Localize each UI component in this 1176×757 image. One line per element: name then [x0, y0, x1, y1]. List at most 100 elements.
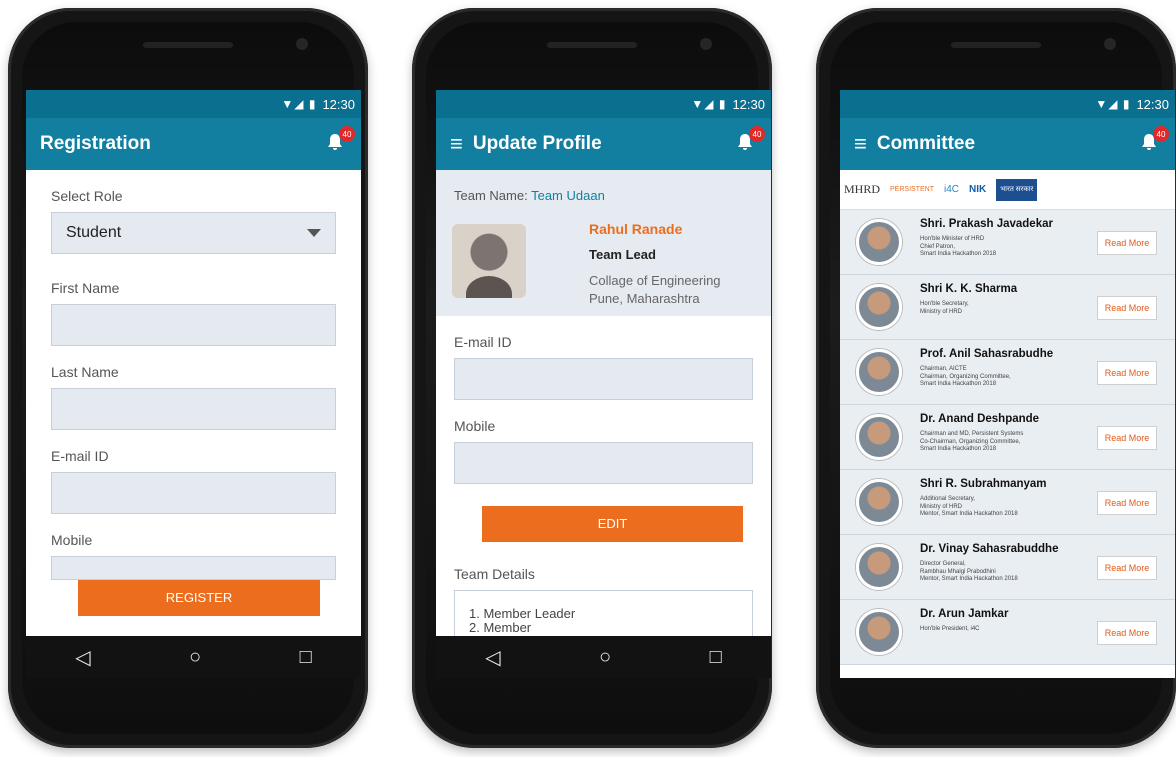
read-more-button[interactable]: Read More [1097, 556, 1157, 580]
camera [296, 38, 308, 50]
list-item: Shri. Prakash Javadekar Hon'ble Minister… [840, 210, 1175, 275]
read-more-button[interactable]: Read More [1097, 231, 1157, 255]
role-value: Student [66, 224, 122, 241]
back-icon[interactable]: ◁ [75, 645, 90, 670]
android-nav-bar: ◁ ○ □ [436, 636, 771, 678]
avatar [856, 219, 902, 265]
app-bar: ≡ Update Profile 40 [436, 118, 771, 170]
read-more-button[interactable]: Read More [1097, 621, 1157, 645]
home-icon[interactable]: ○ [599, 646, 611, 669]
profile-college-line2: Pune, Maharashtra [589, 291, 700, 306]
first-name-label: First Name [51, 280, 120, 296]
speaker [143, 42, 233, 48]
team-name-value: Team Udaan [531, 188, 605, 203]
avatar [856, 609, 902, 655]
read-more-button[interactable]: Read More [1097, 361, 1157, 385]
notification-bell-icon[interactable]: 40 [325, 126, 355, 154]
app-bar: ≡ Committee 40 [840, 118, 1175, 170]
member-description: Additional Secretary, Ministry of HRD Me… [920, 496, 1018, 517]
profile-college-line1: Collage of Engineering [589, 273, 721, 288]
speaker [951, 42, 1041, 48]
last-name-field[interactable] [51, 388, 336, 430]
last-name-label: Last Name [51, 364, 119, 380]
member-description: Director General, Rambhau Mhalgi Prabodh… [920, 561, 1018, 582]
member-name: Shri R. Subrahmanyam [920, 478, 1047, 490]
avatar [856, 544, 902, 590]
signal-icons: ▼◢ ▮ [281, 97, 317, 111]
member-name: Prof. Anil Sahasrabudhe [920, 348, 1054, 360]
notification-badge: 40 [1153, 126, 1169, 142]
list-item: Shri K. K. Sharma Hon'ble Secretary, Min… [840, 275, 1175, 340]
status-time: 12:30 [1136, 96, 1169, 112]
first-name-field[interactable] [51, 304, 336, 346]
list-item: Dr. Arun Jamkar Hon'ble President, i4C R… [840, 600, 1175, 665]
profile-screen: ▼◢ ▮ 12:30 ≡ Update Profile 40 Team Name… [436, 90, 771, 678]
role-select[interactable]: Student [51, 212, 336, 254]
mobile-label: Mobile [454, 418, 496, 434]
phone-committee: ▼◢ ▮ 12:30 ≡ Committee 40 MHRD PERSISTEN… [816, 8, 1176, 748]
committee-screen: ▼◢ ▮ 12:30 ≡ Committee 40 MHRD PERSISTEN… [840, 90, 1175, 678]
dropdown-caret-icon [307, 229, 321, 237]
home-icon[interactable]: ○ [189, 646, 201, 669]
status-time: 12:30 [732, 96, 765, 112]
camera [1104, 38, 1116, 50]
member-name: Dr. Vinay Sahasrabuddhe [920, 543, 1059, 555]
list-item: Prof. Anil Sahasrabudhe Chairman, AICTE … [840, 340, 1175, 405]
hamburger-menu-icon[interactable]: ≡ [450, 131, 463, 157]
status-bar: ▼◢ ▮ 12:30 [840, 90, 1175, 118]
avatar [856, 349, 902, 395]
mobile-field[interactable] [454, 442, 753, 484]
read-more-button[interactable]: Read More [1097, 491, 1157, 515]
app-bar: Registration 40 [26, 118, 361, 170]
speaker [547, 42, 637, 48]
read-more-button[interactable]: Read More [1097, 426, 1157, 450]
notification-bell-icon[interactable]: 40 [1139, 126, 1169, 154]
status-bar: ▼◢ ▮ 12:30 [436, 90, 771, 118]
list-item: Shri R. Subrahmanyam Additional Secretar… [840, 470, 1175, 535]
member-description: Hon'ble Secretary, Ministry of HRD [920, 301, 969, 315]
sponsor-logos: MHRD PERSISTENT i4C NIK भारत सरकार [840, 170, 1175, 210]
read-more-button[interactable]: Read More [1097, 296, 1157, 320]
page-title: Committee [876, 133, 976, 154]
back-icon[interactable]: ◁ [485, 645, 500, 670]
android-nav-bar: ◁ ○ □ [26, 636, 361, 678]
hamburger-menu-icon[interactable]: ≡ [854, 131, 867, 157]
avatar [452, 224, 526, 298]
notification-bell-icon[interactable]: 40 [735, 126, 765, 154]
i4c-logo: i4C [943, 184, 959, 195]
team-name-row: Team Name: Team Udaan [454, 188, 753, 203]
mhrd-logo: MHRD [844, 182, 881, 196]
email-field[interactable] [454, 358, 753, 400]
committee-list: Shri. Prakash Javadekar Hon'ble Minister… [840, 210, 1175, 665]
profile-name: Rahul Ranade [589, 221, 683, 237]
list-item: Dr. Vinay Sahasrabuddhe Director General… [840, 535, 1175, 600]
member-name: Dr. Anand Deshpande [920, 413, 1040, 425]
mobile-label: Mobile [51, 532, 93, 548]
signal-icons: ▼◢ ▮ [1095, 97, 1131, 111]
persistent-logo: PERSISTENT [890, 186, 934, 193]
member-description: Chairman, AICTE Chairman, Organizing Com… [920, 366, 1011, 387]
status-bar: ▼◢ ▮ 12:30 [26, 90, 361, 118]
notification-badge: 40 [339, 126, 355, 142]
register-button[interactable]: REGISTER [78, 580, 320, 616]
edit-button[interactable]: EDIT [482, 506, 743, 542]
list-item: Dr. Anand Deshpande Chairman and MD, Per… [840, 405, 1175, 470]
member-name: Dr. Arun Jamkar [920, 608, 1009, 620]
member-description: Chairman and MD, Persistent Systems Co-C… [920, 431, 1024, 452]
page-title: Registration [40, 133, 151, 154]
member-description: Hon'ble Minister of HRD Chief Patron, Sm… [920, 236, 997, 257]
recents-icon[interactable]: □ [710, 646, 722, 669]
registration-screen: ▼◢ ▮ 12:30 Registration 40 Select Role S… [26, 90, 361, 678]
bharat-logo: भारत सरकार [996, 178, 1038, 201]
mobile-field[interactable] [51, 556, 336, 580]
status-time: 12:30 [322, 96, 355, 112]
phone-update-profile: ▼◢ ▮ 12:30 ≡ Update Profile 40 Team Name… [412, 8, 772, 748]
recents-icon[interactable]: □ [300, 646, 312, 669]
page-title: Update Profile [472, 133, 602, 154]
member-description: Hon'ble President, i4C [920, 626, 980, 632]
profile-info: Rahul Ranade Team Lead Collage of Engine… [589, 220, 721, 308]
email-field[interactable] [51, 472, 336, 514]
email-label: E-mail ID [51, 448, 109, 464]
signal-icons: ▼◢ ▮ [691, 97, 727, 111]
profile-role: Team Lead [589, 247, 656, 262]
